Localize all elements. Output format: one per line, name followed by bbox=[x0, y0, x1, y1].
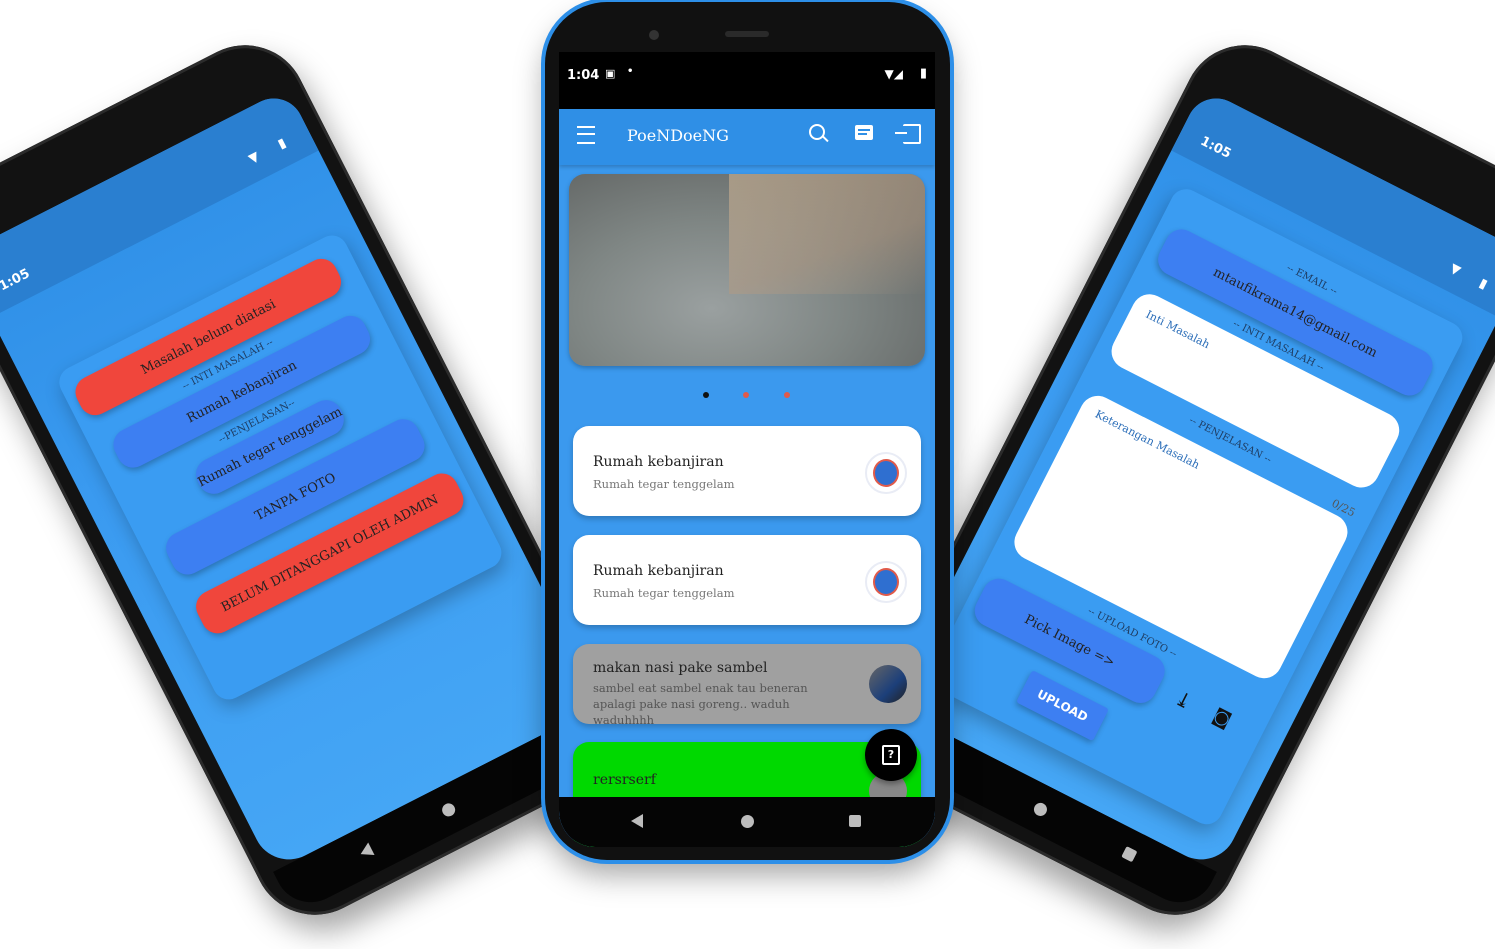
camera-icon[interactable]: ◙ bbox=[1209, 705, 1234, 732]
support-agent-icon bbox=[873, 568, 899, 596]
carousel-photo-highlight bbox=[729, 174, 925, 294]
home-icon[interactable] bbox=[1031, 800, 1050, 819]
indicator-dot[interactable] bbox=[743, 392, 749, 398]
report-subtitle: Rumah tegar tenggelam bbox=[593, 477, 735, 491]
left-status-time: 1:05 bbox=[0, 266, 33, 295]
report-title: rersrserf bbox=[593, 772, 656, 788]
search-icon[interactable] bbox=[809, 124, 829, 143]
download-icon[interactable]: ⤓ bbox=[1171, 686, 1197, 715]
report-subtitle: sambel eat sambel enak tau beneran apala… bbox=[593, 681, 808, 727]
right-status-time: 1:05 bbox=[1197, 133, 1234, 162]
recent-apps-icon[interactable] bbox=[849, 815, 861, 827]
center-navbar bbox=[559, 797, 935, 847]
wifi-icon: ▼◢ bbox=[884, 67, 903, 81]
avatar bbox=[865, 452, 907, 494]
back-icon[interactable] bbox=[631, 814, 643, 828]
wifi-icon: ▼ bbox=[246, 149, 262, 168]
battery-icon: ▮ bbox=[275, 135, 289, 153]
image-carousel[interactable] bbox=[569, 174, 925, 366]
notification-icon: ▣ bbox=[605, 67, 616, 80]
no-photo-text: TANPA FOTO bbox=[252, 470, 339, 524]
center-phone: 1:04 ▣ • ▼◢ ▮ PoeNDoeNG Rumah kebanjiran… bbox=[545, 2, 950, 860]
home-icon[interactable] bbox=[439, 801, 458, 819]
home-icon[interactable] bbox=[741, 815, 754, 828]
report-card[interactable]: Rumah kebanjiran Rumah tegar tenggelam bbox=[573, 535, 921, 625]
battery-icon: ▮ bbox=[919, 66, 927, 81]
battery-icon: ▮ bbox=[1476, 275, 1490, 293]
report-form-panel: -- EMAIL -- mtaufikrama14@gmail.com -- I… bbox=[924, 183, 1468, 830]
help-icon: ? bbox=[882, 745, 900, 765]
inti-masalah-text: Rumah kebanjiran bbox=[184, 357, 300, 426]
dot-icon: • bbox=[627, 66, 634, 77]
center-status-time: 1:04 bbox=[567, 68, 600, 83]
report-title: Rumah kebanjiran bbox=[593, 454, 724, 470]
avatar bbox=[865, 561, 907, 603]
front-camera bbox=[649, 30, 659, 40]
center-statusbar: 1:04 ▣ • ▼◢ ▮ bbox=[559, 52, 935, 109]
app-bar: PoeNDoeNG bbox=[559, 109, 935, 165]
indicator-dot-active[interactable] bbox=[703, 392, 709, 398]
left-detail-panel: Masalah belum diatasi -- INTI MASALAH --… bbox=[53, 230, 507, 705]
support-agent-icon bbox=[873, 459, 899, 487]
avatar bbox=[869, 665, 907, 703]
back-icon[interactable] bbox=[357, 842, 375, 861]
report-subtitle: Rumah tegar tenggelam bbox=[593, 586, 735, 600]
help-fab[interactable]: ? bbox=[865, 729, 917, 781]
inti-masalah-placeholder: Inti Masalah bbox=[1143, 307, 1213, 352]
chat-icon[interactable] bbox=[855, 125, 873, 140]
center-screen: 1:04 ▣ • ▼◢ ▮ PoeNDoeNG Rumah kebanjiran… bbox=[559, 52, 935, 847]
report-title: makan nasi pake sambel bbox=[593, 660, 768, 676]
recent-apps-icon[interactable] bbox=[1121, 846, 1138, 863]
report-card[interactable]: makan nasi pake sambel sambel eat sambel… bbox=[573, 644, 921, 727]
indicator-dot[interactable] bbox=[784, 392, 790, 398]
wifi-icon: ▼ bbox=[1447, 260, 1463, 279]
carousel-indicator bbox=[559, 392, 935, 402]
report-card[interactable]: Rumah kebanjiran Rumah tegar tenggelam bbox=[573, 426, 921, 516]
menu-icon[interactable] bbox=[577, 126, 595, 144]
upload-button-text: UPLOAD bbox=[1034, 686, 1091, 725]
logout-icon[interactable] bbox=[895, 124, 921, 144]
report-title: Rumah kebanjiran bbox=[593, 563, 724, 579]
app-title: PoeNDoeNG bbox=[627, 126, 729, 145]
earpiece-speaker bbox=[725, 31, 769, 37]
